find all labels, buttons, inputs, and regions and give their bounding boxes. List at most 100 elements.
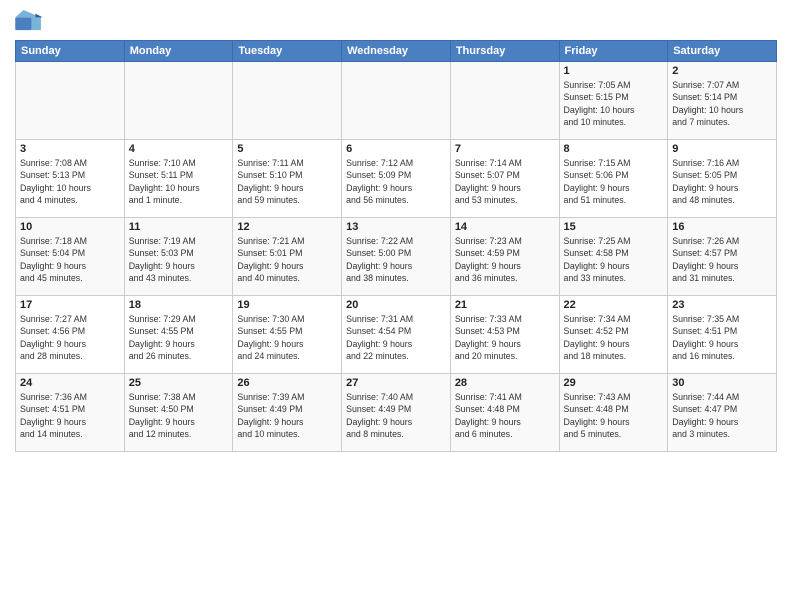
calendar-day-cell: 20Sunrise: 7:31 AM Sunset: 4:54 PM Dayli… bbox=[342, 296, 451, 374]
calendar-day-cell: 14 Sunrise: 7:23 AM Sunset: 4:59 PM Dayli… bbox=[450, 218, 559, 296]
day-number: 5 bbox=[237, 143, 337, 155]
day-info: Sunrise: 7:08 AM Sunset: 5:13 PM Dayligh… bbox=[20, 157, 120, 206]
calendar-day-cell: 30 Sunrise: 7:44 AM Sunset: 4:47 PM Dayli… bbox=[668, 374, 777, 452]
weekday-header-cell: Friday bbox=[559, 41, 668, 62]
day-info: Sunrise: 7:16 AM Sunset: 5:05 PM Dayligh… bbox=[672, 157, 772, 206]
day-number: 29 bbox=[564, 377, 664, 389]
day-info: Sunrise: 7:43 AM Sunset: 4:48 PM Dayligh… bbox=[564, 391, 664, 440]
weekday-header-cell: Monday bbox=[124, 41, 233, 62]
calendar-day-cell: 1 Sunrise: 7:05 AM Sunset: 5:15 PM Daylig… bbox=[559, 62, 668, 140]
day-info: Sunrise: 7:26 AM Sunset: 4:57 PM Dayligh… bbox=[672, 235, 772, 284]
day-number: 8 bbox=[564, 143, 664, 155]
calendar-week-row: 1 Sunrise: 7:05 AM Sunset: 5:15 PM Daylig… bbox=[16, 62, 777, 140]
day-number: 18 bbox=[129, 299, 229, 311]
calendar-day-cell: 11Sunrise: 7:19 AM Sunset: 5:03 PM Dayli… bbox=[124, 218, 233, 296]
day-number: 25 bbox=[129, 377, 229, 389]
day-number: 2 bbox=[672, 65, 772, 77]
calendar-day-cell: 4 Sunrise: 7:10 AM Sunset: 5:11 PM Daylig… bbox=[124, 140, 233, 218]
calendar-day-cell: 15 Sunrise: 7:25 AM Sunset: 4:58 PM Dayli… bbox=[559, 218, 668, 296]
day-info: Sunrise: 7:40 AM Sunset: 4:49 PM Dayligh… bbox=[346, 391, 446, 440]
weekday-header-cell: Sunday bbox=[16, 41, 125, 62]
day-number: 3 bbox=[20, 143, 120, 155]
logo-icon bbox=[15, 10, 43, 32]
day-number: 7 bbox=[455, 143, 555, 155]
calendar-day-cell bbox=[342, 62, 451, 140]
calendar-day-cell: 12Sunrise: 7:21 AM Sunset: 5:01 PM Dayli… bbox=[233, 218, 342, 296]
calendar-day-cell bbox=[450, 62, 559, 140]
day-info: Sunrise: 7:30 AM Sunset: 4:55 PM Dayligh… bbox=[237, 313, 337, 362]
weekday-header-cell: Thursday bbox=[450, 41, 559, 62]
calendar-day-cell: 2 Sunrise: 7:07 AM Sunset: 5:14 PM Daylig… bbox=[668, 62, 777, 140]
calendar-week-row: 10 Sunrise: 7:18 AM Sunset: 5:04 PM Dayli… bbox=[16, 218, 777, 296]
calendar-day-cell: 8 Sunrise: 7:15 AM Sunset: 5:06 PM Daylig… bbox=[559, 140, 668, 218]
day-number: 11 bbox=[129, 221, 229, 233]
day-info: Sunrise: 7:34 AM Sunset: 4:52 PM Dayligh… bbox=[564, 313, 664, 362]
calendar-day-cell: 17 Sunrise: 7:27 AM Sunset: 4:56 PM Dayli… bbox=[16, 296, 125, 374]
calendar-day-cell: 6Sunrise: 7:12 AM Sunset: 5:09 PM Daylig… bbox=[342, 140, 451, 218]
day-number: 22 bbox=[564, 299, 664, 311]
calendar-day-cell: 27Sunrise: 7:40 AM Sunset: 4:49 PM Dayli… bbox=[342, 374, 451, 452]
day-number: 19 bbox=[237, 299, 337, 311]
day-number: 17 bbox=[20, 299, 120, 311]
calendar-day-cell bbox=[233, 62, 342, 140]
day-info: Sunrise: 7:44 AM Sunset: 4:47 PM Dayligh… bbox=[672, 391, 772, 440]
day-number: 1 bbox=[564, 65, 664, 77]
calendar-day-cell: 26 Sunrise: 7:39 AM Sunset: 4:49 PM Dayli… bbox=[233, 374, 342, 452]
day-info: Sunrise: 7:11 AM Sunset: 5:10 PM Dayligh… bbox=[237, 157, 337, 206]
day-info: Sunrise: 7:23 AM Sunset: 4:59 PM Dayligh… bbox=[455, 235, 555, 284]
day-info: Sunrise: 7:38 AM Sunset: 4:50 PM Dayligh… bbox=[129, 391, 229, 440]
calendar-day-cell: 16 Sunrise: 7:26 AM Sunset: 4:57 PM Dayli… bbox=[668, 218, 777, 296]
day-info: Sunrise: 7:36 AM Sunset: 4:51 PM Dayligh… bbox=[20, 391, 120, 440]
calendar-week-row: 24 Sunrise: 7:36 AM Sunset: 4:51 PM Dayli… bbox=[16, 374, 777, 452]
day-info: Sunrise: 7:29 AM Sunset: 4:55 PM Dayligh… bbox=[129, 313, 229, 362]
day-info: Sunrise: 7:33 AM Sunset: 4:53 PM Dayligh… bbox=[455, 313, 555, 362]
day-number: 14 bbox=[455, 221, 555, 233]
day-number: 23 bbox=[672, 299, 772, 311]
calendar-day-cell: 22 Sunrise: 7:34 AM Sunset: 4:52 PM Dayli… bbox=[559, 296, 668, 374]
day-info: Sunrise: 7:15 AM Sunset: 5:06 PM Dayligh… bbox=[564, 157, 664, 206]
calendar-day-cell: 25 Sunrise: 7:38 AM Sunset: 4:50 PM Dayli… bbox=[124, 374, 233, 452]
calendar-table: SundayMondayTuesdayWednesdayThursdayFrid… bbox=[15, 40, 777, 452]
weekday-header-cell: Tuesday bbox=[233, 41, 342, 62]
calendar-week-row: 3 Sunrise: 7:08 AM Sunset: 5:13 PM Daylig… bbox=[16, 140, 777, 218]
calendar-day-cell: 24 Sunrise: 7:36 AM Sunset: 4:51 PM Dayli… bbox=[16, 374, 125, 452]
calendar-day-cell: 13Sunrise: 7:22 AM Sunset: 5:00 PM Dayli… bbox=[342, 218, 451, 296]
day-info: Sunrise: 7:25 AM Sunset: 4:58 PM Dayligh… bbox=[564, 235, 664, 284]
weekday-header-cell: Wednesday bbox=[342, 41, 451, 62]
day-number: 20 bbox=[346, 299, 446, 311]
calendar-week-row: 17 Sunrise: 7:27 AM Sunset: 4:56 PM Dayli… bbox=[16, 296, 777, 374]
page-header bbox=[15, 10, 777, 32]
day-number: 24 bbox=[20, 377, 120, 389]
day-info: Sunrise: 7:12 AM Sunset: 5:09 PM Dayligh… bbox=[346, 157, 446, 206]
day-number: 12 bbox=[237, 221, 337, 233]
day-number: 16 bbox=[672, 221, 772, 233]
day-info: Sunrise: 7:41 AM Sunset: 4:48 PM Dayligh… bbox=[455, 391, 555, 440]
day-number: 10 bbox=[20, 221, 120, 233]
day-number: 28 bbox=[455, 377, 555, 389]
day-info: Sunrise: 7:07 AM Sunset: 5:14 PM Dayligh… bbox=[672, 79, 772, 128]
day-info: Sunrise: 7:18 AM Sunset: 5:04 PM Dayligh… bbox=[20, 235, 120, 284]
day-number: 15 bbox=[564, 221, 664, 233]
day-info: Sunrise: 7:10 AM Sunset: 5:11 PM Dayligh… bbox=[129, 157, 229, 206]
calendar-day-cell: 23 Sunrise: 7:35 AM Sunset: 4:51 PM Dayli… bbox=[668, 296, 777, 374]
day-info: Sunrise: 7:39 AM Sunset: 4:49 PM Dayligh… bbox=[237, 391, 337, 440]
calendar-day-cell: 9Sunrise: 7:16 AM Sunset: 5:05 PM Daylig… bbox=[668, 140, 777, 218]
calendar-body: 1 Sunrise: 7:05 AM Sunset: 5:15 PM Daylig… bbox=[16, 62, 777, 452]
day-number: 30 bbox=[672, 377, 772, 389]
calendar-day-cell bbox=[124, 62, 233, 140]
day-info: Sunrise: 7:35 AM Sunset: 4:51 PM Dayligh… bbox=[672, 313, 772, 362]
calendar-day-cell: 28 Sunrise: 7:41 AM Sunset: 4:48 PM Dayli… bbox=[450, 374, 559, 452]
weekday-header-cell: Saturday bbox=[668, 41, 777, 62]
day-info: Sunrise: 7:05 AM Sunset: 5:15 PM Dayligh… bbox=[564, 79, 664, 128]
calendar-day-cell: 21Sunrise: 7:33 AM Sunset: 4:53 PM Dayli… bbox=[450, 296, 559, 374]
calendar-day-cell: 19 Sunrise: 7:30 AM Sunset: 4:55 PM Dayli… bbox=[233, 296, 342, 374]
calendar-day-cell: 7 Sunrise: 7:14 AM Sunset: 5:07 PM Daylig… bbox=[450, 140, 559, 218]
weekday-header-row: SundayMondayTuesdayWednesdayThursdayFrid… bbox=[16, 41, 777, 62]
day-info: Sunrise: 7:14 AM Sunset: 5:07 PM Dayligh… bbox=[455, 157, 555, 206]
day-info: Sunrise: 7:27 AM Sunset: 4:56 PM Dayligh… bbox=[20, 313, 120, 362]
calendar-day-cell: 18 Sunrise: 7:29 AM Sunset: 4:55 PM Dayli… bbox=[124, 296, 233, 374]
logo bbox=[15, 10, 47, 32]
day-number: 4 bbox=[129, 143, 229, 155]
day-number: 26 bbox=[237, 377, 337, 389]
calendar-day-cell: 29 Sunrise: 7:43 AM Sunset: 4:48 PM Dayli… bbox=[559, 374, 668, 452]
